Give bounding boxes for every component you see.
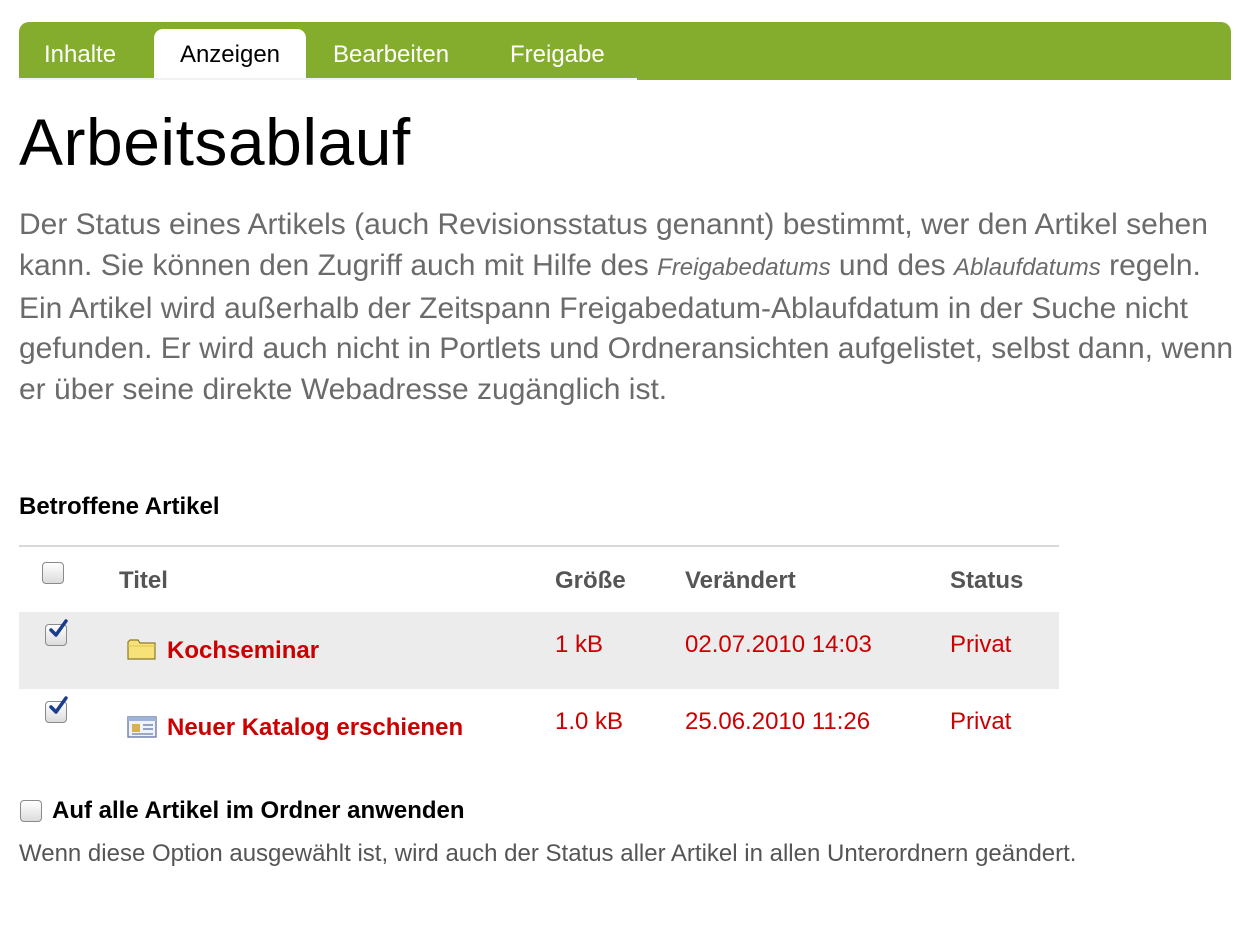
tab-bearbeiten[interactable]: Bearbeiten bbox=[333, 29, 449, 80]
term-ablaufdatum: Ablaufdatums bbox=[954, 253, 1101, 281]
apply-to-all-label[interactable]: Auf alle Artikel im Ordner anwenden bbox=[52, 797, 465, 825]
item-title-link[interactable]: Kochseminar bbox=[167, 637, 319, 665]
column-header-title: Titel bbox=[119, 567, 168, 594]
item-title-link[interactable]: Neuer Katalog erschienen bbox=[167, 714, 463, 742]
table-row: Neuer Katalog erschienen 1.0 kB 25.06.20… bbox=[19, 689, 1059, 766]
apply-to-all-help: Wenn diese Option ausgewählt ist, wird a… bbox=[19, 840, 1077, 867]
table-header-row: Titel Größe Verändert Status bbox=[19, 547, 1059, 612]
item-status: Privat bbox=[950, 631, 1012, 658]
news-item-icon bbox=[127, 715, 157, 744]
tab-anzeigen[interactable]: Anzeigen bbox=[154, 29, 306, 80]
content-tab-bar: Inhalte Anzeigen Bearbeiten Freigabe bbox=[19, 22, 1231, 80]
checkmark-icon bbox=[49, 619, 68, 637]
column-header-size: Größe bbox=[555, 567, 626, 594]
item-modified: 25.06.2010 11:26 bbox=[685, 708, 871, 735]
term-freigabedatum: Freigabedatums bbox=[657, 253, 831, 281]
checkmark-icon bbox=[49, 696, 68, 714]
workflow-description: Der Status eines Artikels (auch Revision… bbox=[19, 205, 1234, 411]
column-header-status: Status bbox=[950, 567, 1024, 594]
affected-items-heading: Betroffene Artikel bbox=[19, 493, 220, 520]
item-size: 1.0 kB bbox=[555, 708, 624, 735]
tab-freigabe[interactable]: Freigabe bbox=[510, 29, 605, 80]
row-checkbox[interactable] bbox=[45, 696, 68, 723]
description-text-2: und des bbox=[830, 248, 955, 282]
page-title: Arbeitsablauf bbox=[19, 105, 411, 179]
item-modified: 02.07.2010 14:03 bbox=[685, 631, 872, 658]
folder-icon bbox=[127, 637, 157, 666]
tab-underline bbox=[19, 78, 637, 80]
table-row: Kochseminar 1 kB 02.07.2010 14:03 Privat bbox=[19, 612, 1059, 689]
tab-inhalte[interactable]: Inhalte bbox=[44, 29, 116, 80]
item-status: Privat bbox=[950, 708, 1012, 735]
column-header-modified: Verändert bbox=[685, 567, 796, 594]
select-all-checkbox[interactable] bbox=[42, 562, 64, 584]
row-checkbox[interactable] bbox=[45, 619, 68, 646]
apply-to-all-checkbox[interactable] bbox=[20, 800, 42, 822]
item-size: 1 kB bbox=[555, 631, 604, 658]
